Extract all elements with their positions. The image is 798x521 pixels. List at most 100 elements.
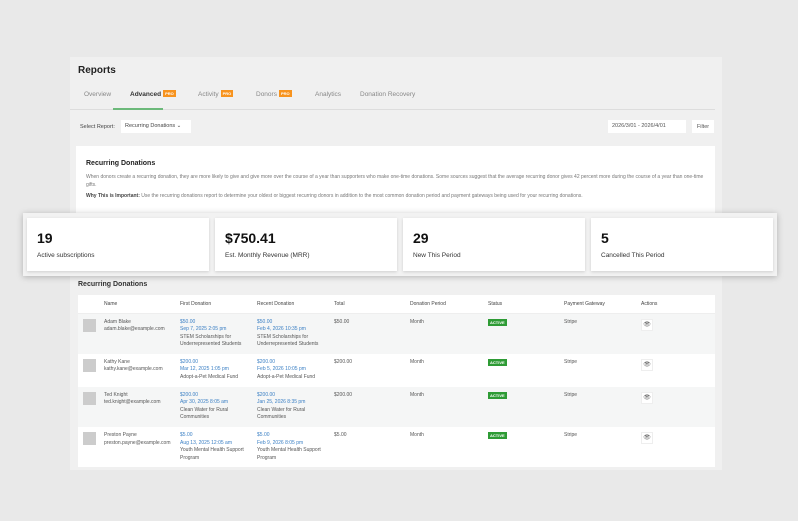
first-date-link[interactable]: Apr 30, 2025 8:05 am	[180, 399, 253, 407]
name-cell: Kathy Kane kathy.kane@example.com	[102, 354, 178, 387]
first-amount-link[interactable]: $50.00	[180, 319, 253, 327]
first-date-link[interactable]: Sep 7, 2025 2:05 pm	[180, 326, 253, 334]
first-date-link[interactable]: Mar 12, 2025 1:05 pm	[180, 366, 253, 374]
first-fund: Youth Mental Health Support Program	[180, 447, 244, 461]
total-cell: $200.00	[332, 386, 408, 428]
avatar	[83, 318, 96, 332]
first-fund: Adopt-a-Pet Medical Fund	[180, 374, 239, 381]
tab-label: Advanced	[130, 91, 162, 98]
why-label: Why This is Important:	[86, 193, 140, 199]
table-title: Recurring Donations	[78, 281, 148, 288]
status-badge: ACTIVE	[488, 358, 507, 366]
eye-icon[interactable]: 👁	[641, 358, 653, 371]
recent-date-link[interactable]: Feb 9, 2026 8:05 pm	[257, 440, 330, 448]
eye-icon[interactable]: 👁	[641, 432, 653, 445]
filter-button[interactable]: Filter	[692, 120, 714, 133]
column-header: Donation Period	[408, 295, 486, 314]
stat-label: Cancelled This Period	[601, 252, 665, 259]
page-title: Reports	[78, 65, 116, 76]
recent-fund: Youth Mental Health Support Program	[257, 447, 321, 461]
total-cell: $50.00	[332, 313, 408, 354]
status-cell: ACTIVE	[486, 354, 562, 387]
info-why: Why This is Important: Use the recurring…	[86, 192, 705, 200]
status-badge: ACTIVE	[488, 391, 507, 399]
table-row: Preston Payne preston.payne@example.com $…	[78, 427, 715, 467]
stat-label: Active subscriptions	[37, 252, 95, 259]
recent-date-link[interactable]: Feb 5, 2026 10:05 pm	[257, 366, 330, 374]
recent-amount-link[interactable]: $50.00	[257, 319, 330, 327]
first-amount-link[interactable]: $5.00	[180, 432, 253, 440]
first-donation-cell: $50.00 Sep 7, 2025 2:05 pm STEM Scholarshi…	[178, 313, 255, 354]
tab-label: Donation Recovery	[360, 91, 416, 98]
table-row: Kathy Kane kathy.kane@example.com $200.00…	[78, 354, 715, 387]
column-header: Status	[486, 295, 562, 314]
table-header: Name First Donation Recent Donation Tota…	[78, 295, 715, 314]
eye-icon[interactable]: 👁	[641, 318, 653, 331]
status-badge: ACTIVE	[488, 318, 507, 326]
recent-donation-cell: $200.00 Jan 25, 2026 8:35 pm Clean Water f…	[255, 386, 332, 428]
stats-bar: 19 Active subscriptions $750.41 Est. Month…	[23, 213, 777, 276]
recent-amount-link[interactable]: $200.00	[257, 392, 330, 400]
stat-value: 5	[601, 230, 609, 246]
info-body: When donors create a recurring donation,…	[86, 174, 704, 188]
name-cell: Ted Knight ted.knight@example.com	[102, 386, 178, 428]
first-donation-cell: $5.00 Aug 13, 2025 12:05 am Youth Mental H…	[178, 427, 255, 467]
first-date-link[interactable]: Aug 13, 2025 12:05 am	[180, 440, 253, 448]
total-cell: $200.00	[334, 358, 353, 365]
period-cell: Month	[410, 432, 424, 439]
avatar-column	[78, 295, 102, 314]
actions-cell: 👁	[639, 354, 715, 387]
status-cell: ACTIVE	[486, 313, 562, 354]
tab-label: Overview	[84, 91, 112, 98]
gateway-cell: Stripe	[564, 358, 578, 365]
pro-badge: PRO	[163, 90, 176, 97]
first-amount-link[interactable]: $200.00	[180, 392, 253, 400]
stat-value: 19	[37, 230, 53, 246]
recent-amount-link[interactable]: $5.00	[257, 432, 330, 440]
avatar	[83, 391, 96, 405]
tab-activity[interactable]: Activity PRO	[198, 90, 234, 98]
tab-donors[interactable]: Donors PRO	[256, 90, 292, 98]
tab-label: Donors	[256, 91, 277, 98]
chevron-down-icon: ⌄	[176, 123, 182, 129]
first-fund: Clean Water for Rural Communities	[180, 406, 229, 421]
donor-email: ted.knight@example.com	[104, 399, 161, 406]
gateway-cell: Stripe	[562, 313, 639, 354]
recent-amount-link[interactable]: $200.00	[257, 359, 330, 367]
select-report-label: Select Report:	[80, 124, 115, 130]
table-row: Adam Blake adam.blake@example.com $50.00 S…	[78, 313, 715, 354]
why-text: Use the recurring donations report to de…	[139, 193, 583, 199]
recent-donation-cell: $50.00 Feb 4, 2026 10:35 pm STEM Scholarsh…	[255, 313, 332, 354]
total-cell: $5.00	[334, 432, 347, 439]
recent-date-link[interactable]: Feb 4, 2026 10:35 pm	[257, 326, 330, 334]
donor-name: Adam Blake	[104, 318, 131, 325]
avatar	[83, 432, 96, 446]
table-row: Ted Knight ted.knight@example.com $200.00…	[78, 386, 715, 428]
tab-donation-recovery[interactable]: Donation Recovery	[360, 91, 415, 98]
donor-name: Ted Knight	[104, 391, 128, 398]
tab-bar: Overview Advanced PRO Activity PRO Donors P…	[70, 87, 715, 110]
avatar-cell	[78, 313, 102, 354]
donor-name: Kathy Kane	[104, 358, 130, 365]
avatar-cell	[78, 354, 102, 387]
tab-label: Activity	[198, 91, 219, 98]
period-cell: Month	[408, 313, 486, 354]
first-donation-cell: $200.00 Apr 30, 2025 8:05 am Clean Water f…	[178, 386, 255, 428]
tab-overview[interactable]: Overview	[84, 91, 111, 98]
tab-advanced[interactable]: Advanced PRO	[130, 90, 176, 98]
stat-value: $750.41	[225, 230, 276, 246]
donor-email: preston.payne@example.com	[104, 439, 171, 446]
column-header: Total	[332, 295, 408, 314]
recent-date-link[interactable]: Jan 25, 2026 8:35 pm	[257, 399, 330, 407]
report-select[interactable]: Recurring Donations ⌄	[121, 120, 191, 133]
actions-cell: 👁	[639, 313, 715, 354]
date-range-input[interactable]: 2026/3/01 - 2026/4/01	[608, 120, 686, 133]
gateway-cell: Stripe	[562, 386, 639, 428]
active-tab-indicator	[113, 108, 163, 110]
first-amount-link[interactable]: $200.00	[180, 359, 253, 367]
recent-donation-cell: $200.00 Feb 5, 2026 10:05 pm Adopt-a-Pet M…	[255, 354, 332, 387]
avatar-cell	[78, 386, 102, 428]
eye-icon[interactable]: 👁	[641, 391, 653, 404]
pro-badge: PRO	[220, 90, 234, 97]
tab-analytics[interactable]: Analytics	[315, 91, 341, 98]
